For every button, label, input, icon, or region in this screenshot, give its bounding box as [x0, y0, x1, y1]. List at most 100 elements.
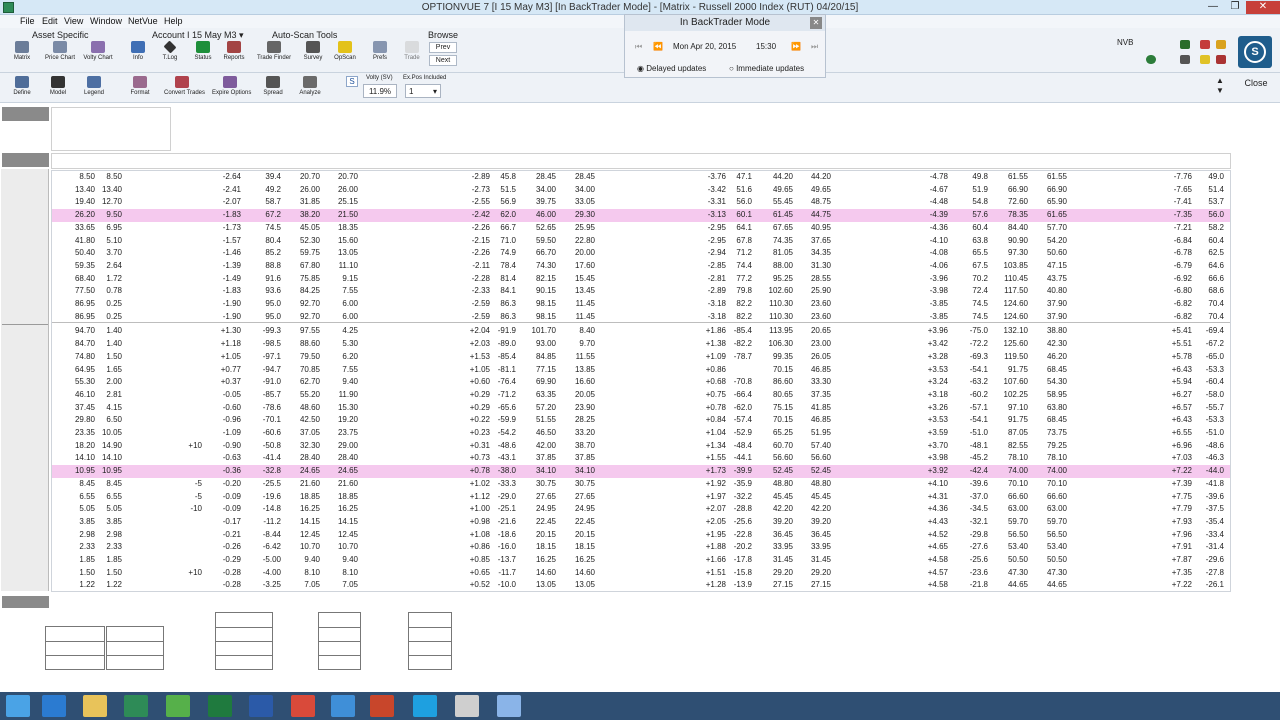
opscan-button[interactable]: OpScan: [327, 41, 363, 69]
table-row[interactable]: 74.80 1.50 +1.05 -97.1 79.50 6.20 +1.53 -85.4 84…: [52, 351, 1230, 364]
summary-box-5[interactable]: [408, 612, 452, 670]
backtrader-close-icon[interactable]: ✕: [810, 17, 822, 29]
matrix-grid[interactable]: 8.50 8.50 -2.64 39.4 20.70 20.70 -2.89 45.8 28.4…: [51, 170, 1231, 592]
volty-input[interactable]: 11.9%: [363, 84, 397, 98]
summary-box-3[interactable]: [215, 612, 273, 670]
powerpoint-icon[interactable]: [370, 695, 394, 717]
table-row[interactable]: 50.40 3.70 -1.46 85.2 59.75 13.05 -2.26 74.9 66.…: [52, 247, 1230, 260]
table-row[interactable]: 29.80 6.50 -0.96 -70.1 42.50 19.20 +0.22 -59.9 5…: [52, 414, 1230, 427]
tlog-button[interactable]: T.Log: [152, 40, 188, 69]
trade-button[interactable]: Trade: [394, 41, 430, 69]
internet-explorer-icon[interactable]: [42, 695, 66, 717]
camera-icon[interactable]: [455, 695, 479, 717]
excel-icon[interactable]: [208, 695, 232, 717]
table-row[interactable]: 94.70 1.40 +1.30 -99.3 97.55 4.25 +2.04 -91.9 10…: [52, 325, 1230, 338]
spread-button[interactable]: Spread: [255, 76, 291, 104]
table-row[interactable]: 33.65 6.95 -1.73 74.5 45.05 18.35 -2.26 66.7 52.…: [52, 222, 1230, 235]
file-explorer-icon[interactable]: [83, 695, 107, 717]
minimize-button[interactable]: —: [1202, 1, 1224, 14]
word-icon[interactable]: [249, 695, 273, 717]
table-row[interactable]: 37.45 4.15 -0.60 -78.6 48.60 15.30 +0.29 -65.6 5…: [52, 402, 1230, 415]
table-row[interactable]: 1.85 1.85 -0.29 -5.00 9.40 9.40 +0.85 -13.7 16.2…: [52, 554, 1230, 567]
scroll-down-icon[interactable]: ▼: [1216, 86, 1224, 95]
skype-logo[interactable]: S: [1238, 36, 1272, 68]
snowflake-icon[interactable]: [497, 695, 521, 717]
analyze-button[interactable]: Analyze: [292, 76, 328, 104]
skype-icon[interactable]: [413, 695, 437, 717]
table-row[interactable]: 8.50 8.50 -2.64 39.4 20.70 20.70 -2.89 45.8 28.4…: [52, 171, 1230, 184]
red-flag-icon[interactable]: [1200, 40, 1210, 49]
browse-prev-button[interactable]: Prev: [429, 42, 457, 53]
table-row[interactable]: 2.98 2.98 -0.21 -8.44 12.45 12.45 +1.08 -18.6 20…: [52, 529, 1230, 542]
delayed-updates-radio[interactable]: ◉ Delayed updates: [637, 64, 706, 73]
step-back-icon[interactable]: ⏪: [653, 42, 663, 51]
y-arrow-icon[interactable]: [1180, 40, 1190, 49]
format-button[interactable]: Format: [122, 76, 158, 104]
expos-select[interactable]: 1 ▾: [405, 84, 441, 98]
table-row[interactable]: 2.33 2.33 -0.26 -6.42 10.70 10.70 +0.86 -16.0 18…: [52, 541, 1230, 554]
table-row[interactable]: 23.35 10.05 -1.09 -60.6 37.05 23.75 +0.23 -54.2…: [52, 427, 1230, 440]
step-forward-icon[interactable]: ⏩: [791, 42, 801, 51]
define-button[interactable]: Define: [4, 76, 40, 104]
immediate-updates-radio[interactable]: ○ Immediate updates: [729, 64, 804, 73]
survey-button[interactable]: Survey: [295, 41, 331, 69]
optionvue-icon[interactable]: [124, 695, 148, 717]
table-row[interactable]: 77.50 0.78 -1.83 93.6 84.25 7.55 -2.33 84.1 90.1…: [52, 285, 1230, 298]
table-row[interactable]: 13.40 13.40 -2.41 49.2 26.00 26.00 -2.73 51.5 34…: [52, 184, 1230, 197]
table-row[interactable]: 8.45 8.45 -5 -0.20 -25.5 21.60 21.60 +1.02 -33.3…: [52, 478, 1230, 491]
table-row[interactable]: 64.95 1.65 +0.77 -94.7 70.85 7.55 +1.05 -81.1 77…: [52, 364, 1230, 377]
table-row[interactable]: 1.22 1.22 -0.28 -3.25 7.05 7.05 +0.52 -10.0 13.0…: [52, 579, 1230, 592]
table-row[interactable]: 14.10 14.10 -0.63 -41.4 28.40 28.40 +0.73 -43.1…: [52, 452, 1230, 465]
close-window-button[interactable]: ✕: [1246, 1, 1280, 14]
table-row[interactable]: 1.50 1.50 +10 -0.28 -4.00 8.10 8.10 +0.65 -11.7 1…: [52, 567, 1230, 580]
table-row[interactable]: 19.40 12.70 -2.07 58.7 31.85 25.15 -2.55 56.9 39…: [52, 196, 1230, 209]
table-row[interactable]: 59.35 2.64 -1.39 88.8 67.80 11.10 -2.11 78.4 74.…: [52, 260, 1230, 273]
backtrader-date[interactable]: Mon Apr 20, 2015: [673, 42, 736, 51]
table-row[interactable]: 46.10 2.81 -0.05 -85.7 55.20 11.90 +0.29 -71.2 6…: [52, 389, 1230, 402]
table-row[interactable]: 26.20 9.50 -1.83 67.2 38.20 21.50 -2.42 62.0 46.…: [52, 209, 1230, 222]
trade-finder-button[interactable]: Trade Finder: [256, 41, 292, 69]
table-row[interactable]: 5.05 5.05 -10 -0.09 -14.8 16.25 16.25 +1.00 -25.…: [52, 503, 1230, 516]
table-row[interactable]: 68.40 1.72 -1.49 91.6 75.85 9.15 -2.28 81.4 82.1…: [52, 273, 1230, 286]
table-row[interactable]: 6.55 6.55 -5 -0.09 -19.6 18.85 18.85 +1.12 -29.0…: [52, 491, 1230, 504]
summary-box-4[interactable]: [318, 612, 361, 670]
menu-help[interactable]: Help: [164, 16, 183, 26]
info-button[interactable]: Info: [120, 41, 156, 69]
reports-button[interactable]: Reports: [216, 41, 252, 69]
s-button[interactable]: S: [346, 76, 358, 87]
table-row[interactable]: 86.95 0.25 -1.90 95.0 92.70 6.00 -2.59 86.3 98.1…: [52, 298, 1230, 311]
menu-file[interactable]: File: [20, 16, 35, 26]
menu-edit[interactable]: Edit: [42, 16, 58, 26]
prefs-button[interactable]: Prefs: [362, 41, 398, 69]
backtrader-time[interactable]: 15:30: [756, 42, 776, 51]
menu-window[interactable]: Window: [90, 16, 122, 26]
chrome-icon[interactable]: [291, 695, 315, 717]
green-app-icon[interactable]: [166, 695, 190, 717]
summary-box-1[interactable]: [45, 626, 105, 670]
refresh-icon[interactable]: [1146, 55, 1156, 64]
convert-trades-button[interactable]: Convert Trades: [164, 76, 205, 104]
rewind-icon[interactable]: ⏮: [635, 42, 642, 52]
scroll-up-icon[interactable]: ▲: [1216, 76, 1224, 85]
tools-icon[interactable]: [1216, 55, 1226, 64]
windows-start-icon[interactable]: [6, 695, 30, 717]
model-button[interactable]: Model: [40, 76, 76, 104]
close-button[interactable]: Close: [1238, 72, 1274, 100]
outlook-icon[interactable]: [331, 695, 355, 717]
fast-forward-icon[interactable]: ⏭: [811, 42, 818, 52]
expire-options-button[interactable]: Expire Options: [212, 76, 251, 104]
table-row[interactable]: 41.80 5.10 -1.57 80.4 52.30 15.60 -2.15 71.0 59.…: [52, 235, 1230, 248]
bell-icon[interactable]: [1200, 55, 1210, 64]
price-chart-button[interactable]: Price Chart: [42, 41, 78, 69]
summary-box-2[interactable]: [106, 626, 164, 670]
menu-netvue[interactable]: NetVue: [128, 16, 158, 26]
table-row[interactable]: 55.30 2.00 +0.37 -91.0 62.70 9.40 +0.60 -76.4 69…: [52, 376, 1230, 389]
matrix-button[interactable]: Matrix: [4, 41, 40, 69]
volty-chart-button[interactable]: Volty Chart: [80, 41, 116, 69]
table-row[interactable]: 10.95 10.95 -0.36 -32.8 24.65 24.65 +0.78 -38.0…: [52, 465, 1230, 478]
table-row[interactable]: 86.95 0.25 -1.90 95.0 92.70 6.00 -2.59 86.3 98.1…: [52, 311, 1230, 324]
restore-button[interactable]: ❐: [1224, 1, 1246, 14]
menu-view[interactable]: View: [64, 16, 83, 26]
browse-next-button[interactable]: Next: [429, 55, 457, 66]
table-row[interactable]: 84.70 1.40 +1.18 -98.5 88.60 5.30 +2.03 -89.0 93…: [52, 338, 1230, 351]
